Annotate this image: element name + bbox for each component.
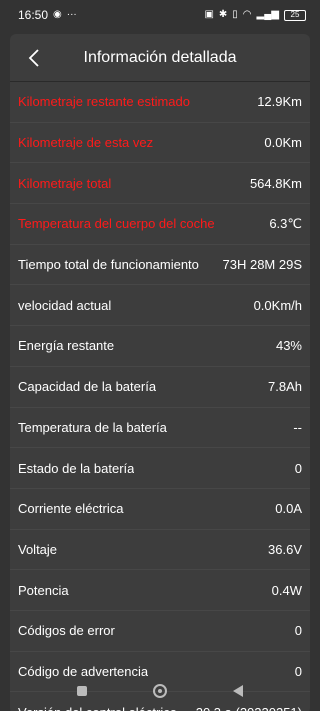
more-dots-icon: ··· (66, 9, 77, 20)
status-left: 16:50 ◉ ··· (18, 8, 77, 22)
detail-row: Energía restante 43% (10, 326, 310, 367)
detail-row: Códigos de error 0 (10, 611, 310, 652)
detail-row-label: Capacidad de la batería (18, 379, 157, 395)
detail-row: Temperatura del cuerpo del coche 6.3℃ (10, 204, 310, 245)
detail-row-value: 0 (294, 623, 302, 639)
detail-row: Voltaje 36.6V (10, 530, 310, 571)
system-nav-bar (0, 677, 320, 705)
detail-row-label: Temperatura de la batería (18, 419, 167, 435)
detail-row: Estado de la batería 0 (10, 448, 310, 489)
page-title: Información detallada (83, 48, 237, 66)
vibrate-icon: ▯ (232, 9, 238, 20)
detail-row-label: Corriente eléctrica (18, 501, 124, 517)
detail-row-value: 0 (294, 460, 302, 476)
detail-row-label: Temperatura del cuerpo del coche (18, 216, 215, 232)
detail-row: Kilometraje de esta vez 0.0Km (10, 123, 310, 164)
detail-row-label: Energía restante (18, 338, 115, 354)
detail-row: Kilometraje restante estimado 12.9Km (10, 82, 310, 123)
detail-row: Temperatura de la batería -- (10, 408, 310, 449)
detail-row-label: velocidad actual (18, 297, 112, 313)
detail-row-value: 564.8Km (249, 175, 302, 191)
battery-icon: 25 (284, 9, 306, 21)
detail-row: Corriente eléctrica 0.0A (10, 489, 310, 530)
detail-row-value: 12.9Km (257, 94, 302, 110)
nfc-icon: ▣ (204, 9, 214, 20)
signal-icon: ▂▄▆ (256, 9, 279, 20)
chevron-left-icon[interactable] (22, 46, 46, 70)
detail-row: Kilometraje total 564.8Km (10, 163, 310, 205)
detail-row-value: 43% (275, 338, 302, 354)
back-icon[interactable] (226, 679, 250, 703)
detail-row-label: Estado de la batería (18, 460, 135, 476)
detail-row-label: Tiempo total de funcionamiento (18, 257, 199, 273)
detail-card: Información detallada Kilometraje restan… (10, 34, 310, 711)
detail-row-label: Versión del control eléctrico (18, 705, 177, 711)
wifi-icon: ◠ (242, 9, 252, 20)
status-bar: 16:50 ◉ ··· ▣ ✱ ▯ ◠ ▂▄▆ 25 (0, 0, 320, 30)
status-time: 16:50 (18, 8, 49, 22)
detail-list: Kilometraje restante estimado 12.9Km Kilom… (10, 82, 310, 711)
detail-row-label: Kilometraje total (18, 175, 112, 191)
chat-app-icon: ◉ (53, 9, 62, 20)
detail-row-value: 7.8Ah (268, 379, 302, 395)
header: Información detallada (10, 34, 310, 82)
detail-row: Tiempo total de funcionamiento 73H 28M 29… (10, 245, 310, 286)
detail-row-value: 6.3℃ (269, 215, 302, 231)
detail-row-value: 0.0Km/h (253, 297, 302, 313)
detail-row-label: Códigos de error (18, 623, 115, 639)
status-right: ▣ ✱ ▯ ◠ ▂▄▆ 25 (204, 9, 306, 21)
detail-row-value: 0.0A (275, 501, 302, 517)
recent-apps-icon[interactable] (70, 679, 94, 703)
detail-row-value: 73H 28M 29S (222, 257, 303, 273)
detail-row-value: 20.3 a (20220251) (196, 705, 302, 711)
detail-row: Capacidad de la batería 7.8Ah (10, 367, 310, 408)
home-icon[interactable] (148, 679, 172, 703)
detail-row-value: -- (293, 419, 302, 435)
detail-row-label: Kilometraje restante estimado (18, 94, 190, 110)
detail-row-label: Voltaje (18, 541, 58, 557)
detail-row-value: 36.6V (268, 541, 302, 557)
detail-row-label: Kilometraje de esta vez (18, 135, 154, 151)
detail-row-value: 0.0Km (264, 135, 302, 151)
detail-row-value: 0.4W (271, 582, 302, 598)
detail-row: velocidad actual 0.0Km/h (10, 285, 310, 327)
detail-row: Potencia 0.4W (10, 570, 310, 611)
detail-row-label: Potencia (18, 582, 69, 598)
bluetooth-icon: ✱ (218, 9, 228, 20)
